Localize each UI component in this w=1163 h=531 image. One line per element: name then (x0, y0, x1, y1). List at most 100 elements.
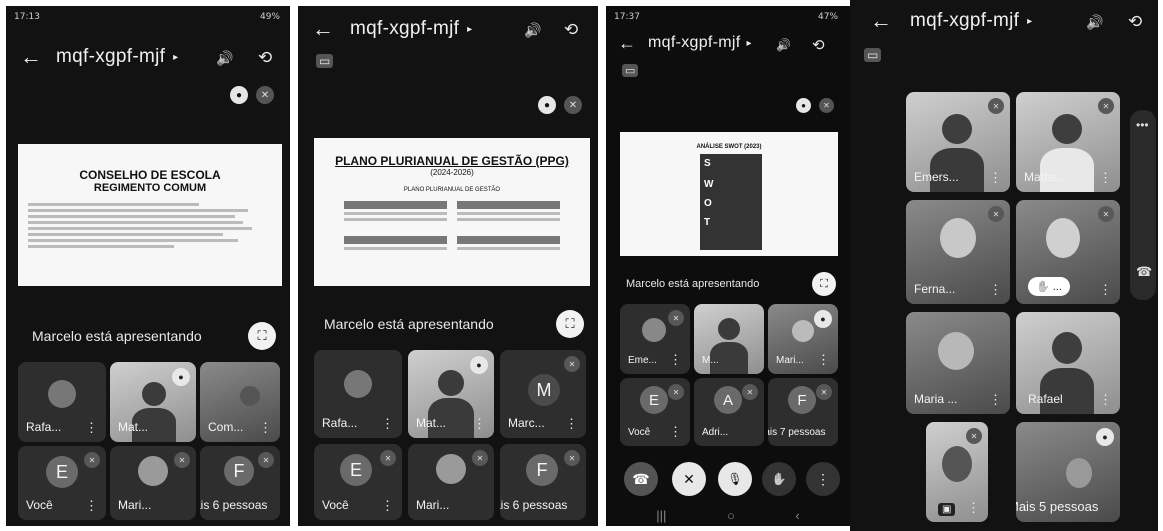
mic-off-button[interactable]: 🎙 (718, 462, 752, 496)
avatar: F (224, 456, 254, 486)
more-options-icon[interactable]: ⋮ (1099, 282, 1112, 298)
speaker-icon[interactable]: 🔊 (216, 50, 233, 67)
back-arrow-icon[interactable]: ← (618, 34, 636, 52)
speaker-icon[interactable]: 🔊 (524, 22, 541, 39)
camera-off-button[interactable]: ✕ (672, 462, 706, 496)
participant-tile[interactable]: ● Mat... (110, 362, 196, 442)
participant-tile[interactable]: Rafa... ⋮ (18, 362, 106, 442)
cast-icon[interactable]: ▭ (864, 48, 882, 62)
presentation-slide: PLANO PLURIANUAL DE GESTÃO (PPG) (2024-2… (314, 138, 590, 286)
switch-camera-icon[interactable]: ⟲ (812, 36, 825, 54)
more-options-icon[interactable]: ⋮ (1099, 392, 1112, 408)
back-arrow-icon[interactable]: ← (870, 10, 892, 32)
participant-tile[interactable]: ● Mari... ⋮ (768, 304, 838, 374)
mic-off-icon: ✕ (668, 310, 684, 326)
mic-off-icon: ✕ (966, 428, 982, 444)
back-arrow-icon[interactable]: ← (312, 18, 334, 40)
phone-icon[interactable]: ☎ (1136, 264, 1152, 280)
chevron-right-icon[interactable]: ▸ (747, 38, 752, 49)
swot-letter: T (704, 217, 711, 228)
mic-off-icon: ✕ (84, 452, 100, 468)
more-options-icon[interactable]: ⋮ (669, 352, 682, 368)
chevron-right-icon[interactable]: ▸ (173, 52, 178, 63)
participant-name: Mat... (118, 420, 149, 434)
more-options-icon[interactable]: ⋮ (85, 420, 98, 436)
raise-hand-button[interactable]: ✋ (762, 462, 796, 496)
mic-off-icon: ✕ (472, 450, 488, 466)
more-participants-tile[interactable]: ● Mais 5 pessoas (1016, 422, 1120, 522)
fullscreen-icon[interactable]: ⛶ (556, 310, 584, 338)
switch-camera-icon[interactable]: ⟲ (564, 20, 578, 40)
participant-tile[interactable]: ✕ M Marc... ⋮ (500, 350, 586, 438)
meeting-code[interactable]: mqf-xgpf-mjf (648, 34, 741, 52)
participant-tile[interactable]: ✕ Mari... (408, 444, 494, 520)
switch-camera-icon[interactable]: ⟲ (258, 48, 272, 68)
more-options-icon[interactable]: ⋮ (259, 420, 272, 436)
fullscreen-icon[interactable]: ⛶ (248, 322, 276, 350)
avatar: E (640, 386, 668, 414)
participant-tile[interactable]: ✕ ✋ ... ⋮ (1016, 200, 1120, 304)
home-icon[interactable]: ○ (727, 508, 735, 523)
hang-up-button[interactable]: ☎ (624, 462, 658, 496)
mic-off-icon: ✕ (258, 452, 274, 468)
more-options-icon[interactable]: ⋮ (817, 352, 830, 368)
participant-tile-self[interactable]: ✕ E Você ⋮ (314, 444, 402, 520)
more-options-icon[interactable]: ⋮ (989, 170, 1002, 186)
top-bar: ← mqf-xgpf-mjf ▸ (618, 34, 752, 52)
pin-icon[interactable]: ● (538, 96, 556, 114)
system-nav-bar: ||| ○ ‹ (626, 508, 830, 523)
more-options-icon[interactable]: ⋮ (565, 416, 578, 432)
more-options-icon[interactable]: ⋮ (381, 416, 394, 432)
more-options-icon[interactable]: ⋮ (473, 416, 486, 432)
participant-tile[interactable]: ✕ Emers... ⋮ (906, 92, 1010, 192)
fullscreen-icon[interactable]: ⛶ (812, 272, 836, 296)
meeting-code[interactable]: mqf-xgpf-mjf (910, 10, 1019, 32)
more-options-icon[interactable]: ⋮ (669, 424, 682, 440)
more-participants-tile[interactable]: ✕ F Mais 7 pessoas (768, 378, 838, 446)
meeting-code[interactable]: mqf-xgpf-mjf (56, 46, 165, 68)
more-participants-tile[interactable]: ✕ F Mais 6 pessoas (200, 446, 280, 520)
participant-tile[interactable]: ✕ Mathe... ⋮ (1016, 92, 1120, 192)
meeting-code[interactable]: mqf-xgpf-mjf (350, 18, 459, 40)
chevron-right-icon[interactable]: ▸ (1027, 16, 1032, 27)
participant-tile[interactable]: ✕ Mari... (110, 446, 196, 520)
more-options-icon[interactable]: ••• (1136, 118, 1149, 132)
self-view-tile[interactable]: ✕ ▣ ⋮ (926, 422, 988, 522)
speaker-icon[interactable]: 🔊 (776, 38, 791, 52)
switch-camera-icon[interactable]: ▣ (938, 503, 956, 516)
more-options-icon[interactable]: ⋮ (989, 392, 1002, 408)
more-options-icon[interactable]: ⋮ (967, 500, 980, 516)
recent-apps-icon[interactable]: ||| (656, 508, 666, 523)
avatar: M (528, 374, 560, 406)
status-battery: 47% (817, 12, 838, 22)
participant-tile-self[interactable]: ✕ E Você ⋮ (18, 446, 106, 520)
speaker-icon[interactable]: 🔊 (1086, 14, 1103, 31)
status-bar: 17:13 (14, 12, 40, 22)
more-options-icon[interactable]: ⋮ (1099, 170, 1112, 186)
switch-camera-icon[interactable]: ⟲ (1128, 12, 1142, 32)
participant-tile[interactable]: ✕ Eme... ⋮ (620, 304, 690, 374)
participant-tile[interactable]: ✕ A Adri... (694, 378, 764, 446)
back-arrow-icon[interactable]: ← (20, 46, 42, 68)
participant-tile[interactable]: Rafael ⋮ (1016, 312, 1120, 414)
more-options-icon[interactable]: ⋮ (381, 498, 394, 514)
more-options-icon[interactable]: ⋮ (989, 282, 1002, 298)
participant-tile[interactable]: Rafa... ⋮ (314, 350, 402, 438)
participant-tile[interactable]: ✕ Ferna... ⋮ (906, 200, 1010, 304)
more-options-button[interactable]: ⋮ (806, 462, 840, 496)
participant-name: Rafa... (26, 420, 62, 434)
pin-icon[interactable]: ● (796, 98, 811, 113)
chevron-right-icon[interactable]: ▸ (467, 24, 472, 35)
participant-tile[interactable]: Maria ... ⋮ (906, 312, 1010, 414)
raised-hand-chip[interactable]: ✋ ... (1028, 277, 1070, 296)
more-options-icon[interactable]: ⋮ (85, 498, 98, 514)
participant-tile[interactable]: ● Mat... ⋮ (408, 350, 494, 438)
pin-icon[interactable]: ● (230, 86, 248, 104)
cast-icon[interactable]: ▭ (316, 54, 334, 68)
cast-icon[interactable]: ▭ (622, 64, 639, 77)
participant-tile[interactable]: M... (694, 304, 764, 374)
participant-tile-self[interactable]: ✕ E Você ⋮ (620, 378, 690, 446)
more-participants-tile[interactable]: ✕ F Mais 6 pessoas (500, 444, 586, 520)
participant-tile[interactable]: Com... ⋮ (200, 362, 280, 442)
back-nav-icon[interactable]: ‹ (795, 508, 799, 523)
